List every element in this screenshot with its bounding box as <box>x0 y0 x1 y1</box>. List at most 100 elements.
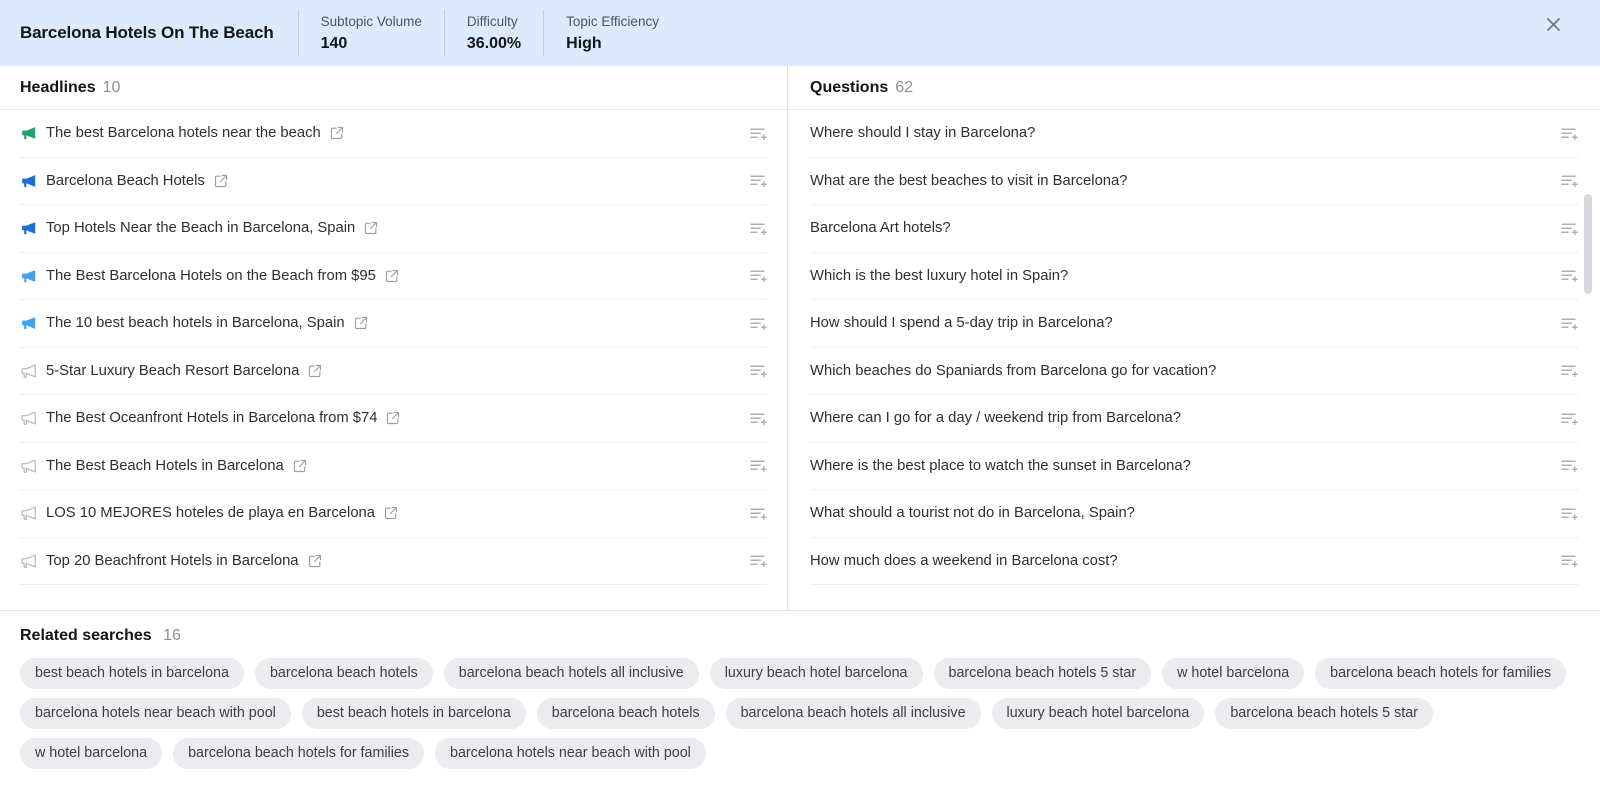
related-search-chip[interactable]: barcelona beach hotels for families <box>173 738 425 769</box>
questions-scrollbar-thumb[interactable] <box>1584 194 1592 294</box>
headline-text: Top 20 Beachfront Hotels in Barcelona <box>46 552 299 569</box>
headlines-list: The best Barcelona hotels near the beach… <box>0 110 787 585</box>
question-row[interactable]: Which is the best luxury hotel in Spain? <box>810 253 1578 300</box>
external-link-icon[interactable] <box>386 411 400 425</box>
add-to-list-icon[interactable] <box>748 361 767 380</box>
questions-count: 62 <box>895 78 914 96</box>
headline-row[interactable]: Barcelona Beach Hotels <box>20 158 767 205</box>
add-to-list-icon[interactable] <box>1559 504 1578 523</box>
related-search-chip[interactable]: luxury beach hotel barcelona <box>991 698 1205 729</box>
add-to-list-icon[interactable] <box>1559 314 1578 333</box>
metric-label: Difficulty <box>466 14 518 29</box>
headline-row[interactable]: Top Hotels Near the Beach in Barcelona, … <box>20 205 767 253</box>
megaphone-icon <box>22 222 36 235</box>
add-to-list-icon[interactable] <box>748 409 767 428</box>
add-to-list-icon[interactable] <box>1559 124 1578 143</box>
questions-title: Questions <box>810 78 889 96</box>
add-to-list-icon[interactable] <box>1559 219 1578 238</box>
page-title: Barcelona Hotels On The Beach <box>20 23 274 42</box>
add-to-list-icon[interactable] <box>748 219 767 238</box>
external-link-icon[interactable] <box>293 459 307 473</box>
megaphone-icon <box>22 317 36 330</box>
metric-topic-efficiency: Topic Efficiency High <box>543 10 681 56</box>
add-to-list-icon[interactable] <box>1559 551 1578 570</box>
headline-text: LOS 10 MEJORES hoteles de playa en Barce… <box>46 505 376 522</box>
add-to-list-icon[interactable] <box>748 456 767 475</box>
add-to-list-icon[interactable] <box>748 124 767 143</box>
question-row[interactable]: How much does a weekend in Barcelona cos… <box>810 538 1578 585</box>
related-searches-chips: best beach hotels in barcelona barcelona … <box>20 658 1580 769</box>
question-row[interactable]: What should a tourist not do in Barcelon… <box>810 490 1578 538</box>
question-text: What are the best beaches to visit in Ba… <box>810 172 1128 189</box>
related-search-chip[interactable]: w hotel barcelona <box>20 738 163 769</box>
headlines-count: 10 <box>102 78 121 96</box>
headline-text: 5-Star Luxury Beach Resort Barcelona <box>46 362 300 379</box>
add-to-list-icon[interactable] <box>1559 456 1578 475</box>
question-text: Which beaches do Spaniards from Barcelon… <box>810 362 1217 379</box>
add-to-list-icon[interactable] <box>748 551 767 570</box>
related-search-chip[interactable]: barcelona beach hotels <box>536 698 715 729</box>
close-button[interactable] <box>1542 13 1564 35</box>
question-text: Barcelona Art hotels? <box>810 220 951 237</box>
headline-text: The 10 best beach hotels in Barcelona, S… <box>46 315 345 332</box>
add-to-list-icon[interactable] <box>1559 266 1578 285</box>
megaphone-icon <box>21 411 36 426</box>
question-row[interactable]: Where is the best place to watch the sun… <box>810 443 1578 490</box>
question-row[interactable]: Where should I stay in Barcelona? <box>810 110 1578 158</box>
related-search-chip[interactable]: barcelona beach hotels <box>254 658 433 689</box>
headline-row[interactable]: The 10 best beach hotels in Barcelona, S… <box>20 300 767 348</box>
external-link-icon[interactable] <box>330 126 344 140</box>
questions-panel: Questions 62 Where should I stay in Barc… <box>788 66 1600 610</box>
headlines-panel: Headlines 10 The best Barcelona hotels n… <box>0 66 788 610</box>
add-to-list-icon[interactable] <box>748 504 767 523</box>
close-icon <box>1546 17 1560 31</box>
question-text: Where is the best place to watch the sun… <box>810 457 1191 474</box>
question-row[interactable]: How should I spend a 5-day trip in Barce… <box>810 300 1578 348</box>
external-link-icon[interactable] <box>308 554 322 568</box>
headline-text: The best Barcelona hotels near the beach <box>46 125 321 142</box>
related-search-chip[interactable]: best beach hotels in barcelona <box>20 658 244 689</box>
add-to-list-icon[interactable] <box>1559 171 1578 190</box>
related-search-chip[interactable]: barcelona beach hotels all inclusive <box>443 658 699 689</box>
add-to-list-icon[interactable] <box>748 314 767 333</box>
headline-row[interactable]: The Best Oceanfront Hotels in Barcelona … <box>20 395 767 443</box>
metric-value: 140 <box>320 35 348 52</box>
related-search-chip[interactable]: barcelona beach hotels all inclusive <box>725 698 981 729</box>
question-row[interactable]: Which beaches do Spaniards from Barcelon… <box>810 348 1578 395</box>
related-searches-count: 16 <box>163 627 181 644</box>
external-link-icon[interactable] <box>364 221 378 235</box>
related-search-chip[interactable]: barcelona hotels near beach with pool <box>435 738 706 769</box>
related-search-chip[interactable]: barcelona hotels near beach with pool <box>20 698 291 729</box>
questions-scrollbar[interactable] <box>1584 114 1592 604</box>
related-search-chip[interactable]: best beach hotels in barcelona <box>301 698 526 729</box>
headline-row[interactable]: 5-Star Luxury Beach Resort Barcelona <box>20 348 767 395</box>
external-link-icon[interactable] <box>354 316 368 330</box>
headline-text: The Best Beach Hotels in Barcelona <box>46 457 284 474</box>
related-search-chip[interactable]: w hotel barcelona <box>1162 658 1305 689</box>
related-search-chip[interactable]: barcelona beach hotels 5 star <box>1215 698 1433 729</box>
metric-label: Topic Efficiency <box>566 14 659 29</box>
add-to-list-icon[interactable] <box>748 266 767 285</box>
related-search-chip[interactable]: luxury beach hotel barcelona <box>709 658 923 689</box>
question-row[interactable]: What are the best beaches to visit in Ba… <box>810 158 1578 205</box>
external-link-icon[interactable] <box>384 506 398 520</box>
add-to-list-icon[interactable] <box>1559 409 1578 428</box>
external-link-icon[interactable] <box>385 269 399 283</box>
related-search-chip[interactable]: barcelona beach hotels for families <box>1315 658 1567 689</box>
questions-header: Questions 62 <box>788 66 1600 110</box>
headline-row[interactable]: Top 20 Beachfront Hotels in Barcelona <box>20 538 767 585</box>
question-row[interactable]: Where can I go for a day / weekend trip … <box>810 395 1578 443</box>
headline-row[interactable]: The Best Beach Hotels in Barcelona <box>20 443 767 490</box>
question-row[interactable]: Barcelona Art hotels? <box>810 205 1578 253</box>
metric-value: 36.00% <box>466 35 522 52</box>
related-search-chip[interactable]: barcelona beach hotels 5 star <box>933 658 1152 689</box>
megaphone-icon <box>22 174 36 188</box>
headline-row[interactable]: The Best Barcelona Hotels on the Beach f… <box>20 253 767 300</box>
headline-row[interactable]: LOS 10 MEJORES hoteles de playa en Barce… <box>20 490 767 538</box>
external-link-icon[interactable] <box>214 174 228 188</box>
add-to-list-icon[interactable] <box>748 171 767 190</box>
add-to-list-icon[interactable] <box>1559 361 1578 380</box>
external-link-icon[interactable] <box>308 364 322 378</box>
related-searches-header: Related searches 16 <box>20 627 1580 645</box>
headline-row[interactable]: The best Barcelona hotels near the beach <box>20 110 767 158</box>
